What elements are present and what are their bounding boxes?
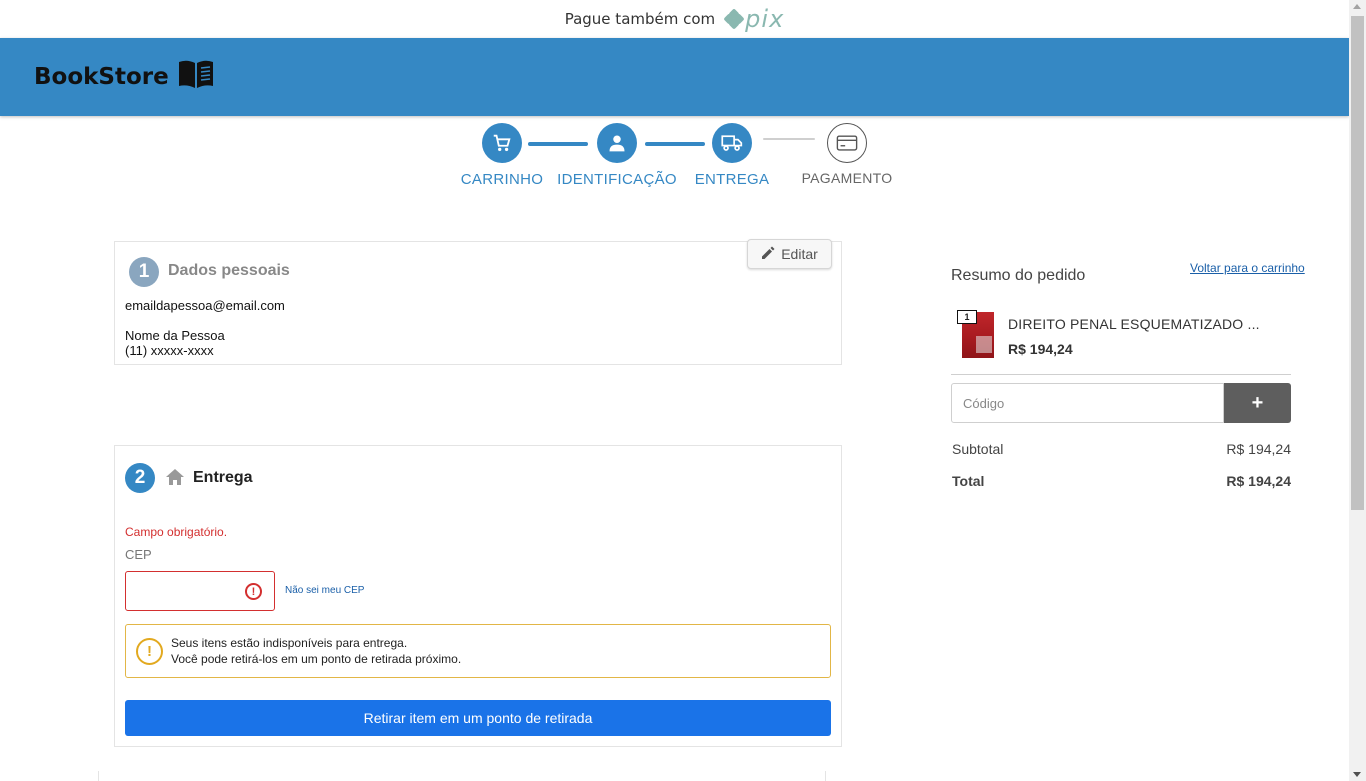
- warning-icon: !: [136, 638, 163, 665]
- cart-icon: [482, 123, 522, 163]
- apply-code-button[interactable]: +: [1224, 383, 1291, 423]
- site-header: BookStore: [0, 38, 1349, 116]
- scroll-thumb[interactable]: [1351, 16, 1364, 510]
- pix-promo-bar: Pague também com pix: [0, 0, 1349, 38]
- personal-phone: (11) xxxxx-xxxx: [125, 343, 214, 358]
- edit-personal-data-button[interactable]: Editar: [747, 239, 832, 269]
- coupon-code-input[interactable]: [951, 383, 1224, 423]
- delivery-card: 2 Entrega Campo obrigatório. CEP ! Não s…: [114, 445, 842, 747]
- pix-wordmark: pix: [745, 5, 785, 33]
- scroll-down-arrow-icon[interactable]: [1353, 772, 1361, 777]
- truck-icon: [712, 123, 752, 163]
- personal-name: Nome da Pessoa: [125, 328, 225, 343]
- open-book-icon: [177, 58, 215, 96]
- promo-text: Pague também com: [564, 10, 716, 28]
- step-number-badge: 2: [125, 463, 155, 493]
- item-price: R$ 194,24: [1008, 341, 1073, 357]
- cep-help-link[interactable]: Não sei meu CEP: [285, 585, 364, 596]
- scroll-up-arrow-icon[interactable]: [1353, 4, 1361, 9]
- personal-email: emaildapessoa@email.com: [125, 298, 285, 313]
- subtotal-value: R$ 194,24: [1226, 441, 1291, 457]
- next-card-edge: [98, 771, 826, 781]
- page-scrollbar[interactable]: [1349, 0, 1366, 781]
- checkout-page: Pague também com pix BookStore CARRINHO …: [0, 0, 1366, 781]
- step-payment[interactable]: PAGAMENTO: [787, 123, 907, 186]
- pix-logo: pix: [723, 5, 785, 33]
- home-icon: [165, 468, 185, 491]
- item-name: DIREITO PENAL ESQUEMATIZADO ...: [1008, 316, 1260, 332]
- checkout-stepper: CARRINHO IDENTIFICAÇÃO ENTREGA PAGAMENTO: [455, 120, 905, 190]
- personal-data-title: Dados pessoais: [168, 262, 290, 279]
- cep-label: CEP: [125, 547, 152, 562]
- total-value: R$ 194,24: [1226, 473, 1291, 489]
- cep-error-message: Campo obrigatório.: [125, 525, 228, 539]
- step-label: PAGAMENTO: [801, 170, 893, 186]
- step-label: CARRINHO: [460, 171, 544, 188]
- summary-divider: [951, 374, 1291, 375]
- brand-name: BookStore: [34, 64, 169, 90]
- warning-line: Você pode retirá-los em um ponto de reti…: [171, 652, 462, 666]
- step-label: IDENTIFICAÇÃO: [557, 171, 677, 188]
- subtotal-label: Subtotal: [952, 441, 1004, 457]
- unavailable-warning: ! Seus itens estão indisponíveis para en…: [125, 624, 831, 678]
- pix-diamond-icon: [723, 8, 745, 30]
- pencil-icon: [761, 246, 775, 263]
- personal-data-card: 1 Dados pessoais Editar emaildapessoa@em…: [114, 239, 842, 365]
- step-cart[interactable]: CARRINHO: [442, 123, 562, 188]
- summary-title: Resumo do pedido: [951, 267, 1086, 284]
- delivery-title: Entrega: [193, 469, 253, 486]
- credit-card-icon: [827, 123, 867, 163]
- step-number-badge: 1: [129, 257, 159, 287]
- error-icon: !: [245, 583, 262, 600]
- step-delivery[interactable]: ENTREGA: [672, 123, 792, 188]
- step-label: ENTREGA: [694, 171, 770, 188]
- back-to-cart-link[interactable]: Voltar para o carrinho: [1190, 261, 1305, 275]
- user-icon: [597, 123, 637, 163]
- warning-line: Seus itens estão indisponíveis para entr…: [171, 636, 408, 650]
- pickup-point-button[interactable]: Retirar item em um ponto de retirada: [125, 700, 831, 736]
- total-label: Total: [952, 473, 985, 489]
- edit-label: Editar: [781, 246, 818, 262]
- quantity-badge: 1: [957, 310, 977, 324]
- brand-logo[interactable]: BookStore: [34, 58, 215, 96]
- step-identification[interactable]: IDENTIFICAÇÃO: [557, 123, 677, 188]
- cep-input[interactable]: !: [125, 571, 275, 611]
